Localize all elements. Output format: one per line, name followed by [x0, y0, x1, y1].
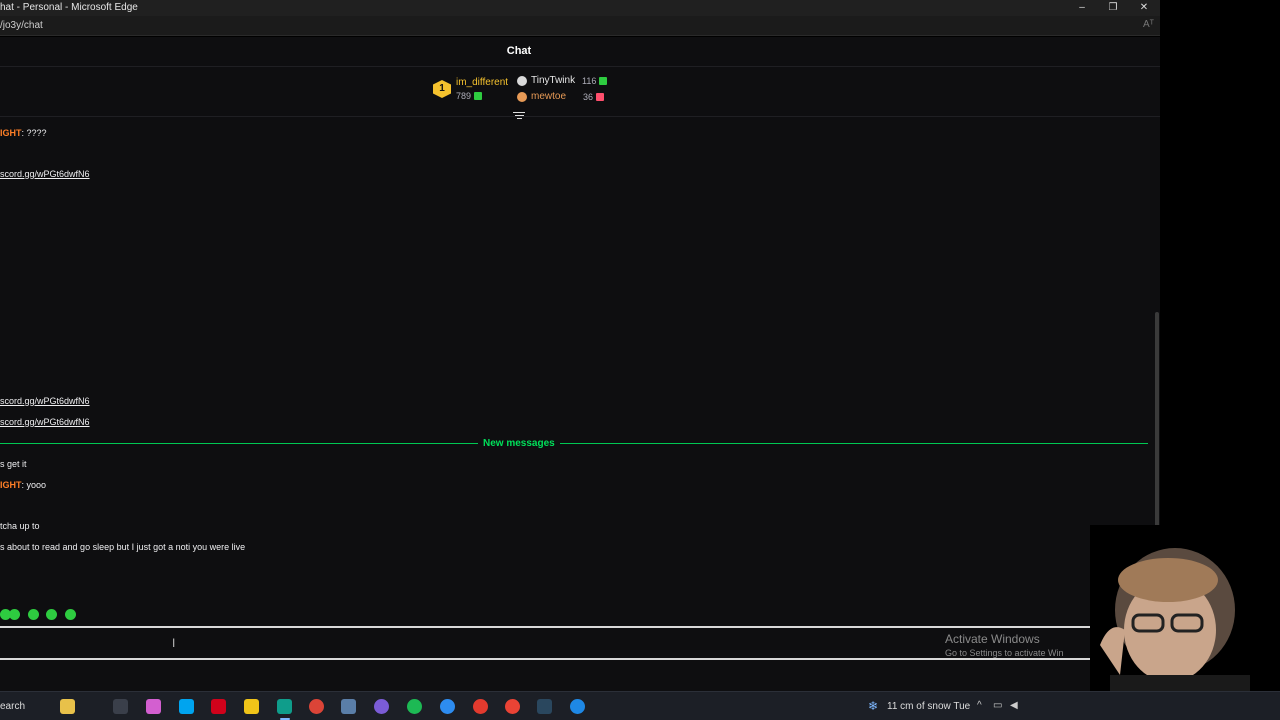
- chat-title: Chat: [506, 45, 532, 57]
- leaderboard-first-name[interactable]: im_different: [456, 77, 508, 88]
- file-explorer-icon[interactable]: [244, 699, 259, 714]
- chat-message: s about to read and go sleep but I just …: [0, 542, 245, 552]
- second-place-badge-icon: [517, 76, 527, 86]
- emote-icon[interactable]: [28, 609, 39, 620]
- steam-app-icon[interactable]: [537, 699, 552, 714]
- activate-windows-subtitle: Go to Settings to activate Win: [945, 648, 1064, 658]
- snipping-tool-icon[interactable]: [341, 699, 356, 714]
- chat-username[interactable]: IGHT: [0, 480, 22, 490]
- volume-icon[interactable]: ◀: [1010, 700, 1018, 711]
- chat-link[interactable]: scord.gg/wPGt6dwfN6: [0, 396, 90, 406]
- chat-header: Chat: [0, 37, 1160, 67]
- obs-icon[interactable]: [473, 699, 488, 714]
- chrome-icon[interactable]: [309, 699, 324, 714]
- app-icon[interactable]: [570, 699, 585, 714]
- leaderboard-third-points-value: 36: [583, 92, 594, 102]
- chat-message: scord.gg/wPGt6dwfN6: [0, 169, 90, 179]
- third-place-badge-icon: [517, 92, 527, 102]
- copilot-icon[interactable]: [60, 699, 75, 714]
- app-icon[interactable]: [374, 699, 389, 714]
- leaderboard-third-points: 36: [583, 92, 605, 102]
- leaderboard-second-points: 116: [582, 76, 608, 86]
- text-cursor-icon: I: [172, 636, 176, 650]
- chat-message: s get it: [0, 459, 27, 469]
- taskbar: earch ❄ 11 cm of snow Tue ^ ▭ ◀: [0, 691, 1280, 720]
- app-icon[interactable]: [440, 699, 455, 714]
- weather-text[interactable]: 11 cm of snow Tue: [887, 701, 970, 712]
- leaderboard-third-name[interactable]: mewtoe: [531, 91, 566, 102]
- chat-message-text: : ????: [21, 128, 47, 138]
- restore-button[interactable]: ❐: [1098, 0, 1128, 16]
- microsoft-store-icon[interactable]: [179, 699, 194, 714]
- chat-message-text: : yooo: [21, 480, 47, 490]
- gift-leaderboard: [0, 67, 1160, 117]
- collapse-leaderboard-icon[interactable]: [513, 110, 525, 120]
- leaderboard-second-name[interactable]: TinyTwink: [531, 75, 575, 86]
- snow-weather-icon: ❄: [868, 699, 879, 713]
- chat-username[interactable]: IGHT: [0, 128, 22, 138]
- address-bar[interactable]: /jo3y/chat Aᵀ: [0, 16, 1160, 36]
- emote-icon[interactable]: [65, 609, 76, 620]
- chat-message: IGHT: ????: [0, 128, 47, 138]
- chrome-profile-icon[interactable]: [505, 699, 520, 714]
- spotify-icon[interactable]: [407, 699, 422, 714]
- window-titlebar: hat - Personal - Microsoft Edge – ❐ ✕: [0, 0, 1160, 16]
- tray-chevron-icon[interactable]: ^: [977, 700, 982, 711]
- chat-link[interactable]: scord.gg/wPGt6dwfN6: [0, 169, 90, 179]
- read-aloud-icon[interactable]: Aᵀ: [1143, 19, 1154, 30]
- network-icon[interactable]: ▭: [993, 700, 1002, 711]
- chat-link[interactable]: scord.gg/wPGt6dwfN6: [0, 417, 90, 427]
- minimize-button[interactable]: –: [1067, 0, 1097, 16]
- activate-windows-title: Activate Windows: [945, 632, 1040, 646]
- chat-message: scord.gg/wPGt6dwfN6: [0, 396, 90, 406]
- close-button[interactable]: ✕: [1129, 0, 1159, 16]
- emote-icon[interactable]: [9, 609, 20, 620]
- gift-icon: [599, 77, 608, 85]
- leaderboard-first-points-value: 789: [456, 91, 472, 101]
- chat-panel: Chat 1 im_different 789 TinyTwink 116 me…: [0, 37, 1160, 691]
- new-messages-label: New messages: [478, 438, 560, 449]
- chat-message: tcha up to: [0, 521, 40, 531]
- gift-icon: [596, 93, 605, 101]
- leaderboard-second-points-value: 116: [582, 76, 597, 86]
- gift-icon: [474, 92, 483, 100]
- leaderboard-first-points: 789: [456, 91, 483, 101]
- steam-icon[interactable]: [113, 699, 128, 714]
- chat-message-text: tcha up to: [0, 521, 40, 531]
- chat-message: IGHT: yooo: [0, 480, 46, 490]
- copilot-app-icon[interactable]: [146, 699, 161, 714]
- chat-message: scord.gg/wPGt6dwfN6: [0, 417, 90, 427]
- emote-icon[interactable]: [46, 609, 57, 620]
- chat-message-text: s about to read and go sleep but I just …: [0, 542, 246, 552]
- window-title: hat - Personal - Microsoft Edge: [0, 2, 138, 13]
- amd-software-icon[interactable]: [211, 699, 226, 714]
- taskbar-search[interactable]: earch: [0, 701, 25, 712]
- edge-icon[interactable]: [277, 699, 292, 714]
- chat-message-text: s get it: [0, 459, 27, 469]
- new-messages-divider: [0, 443, 1148, 444]
- url-text[interactable]: /jo3y/chat: [0, 20, 43, 31]
